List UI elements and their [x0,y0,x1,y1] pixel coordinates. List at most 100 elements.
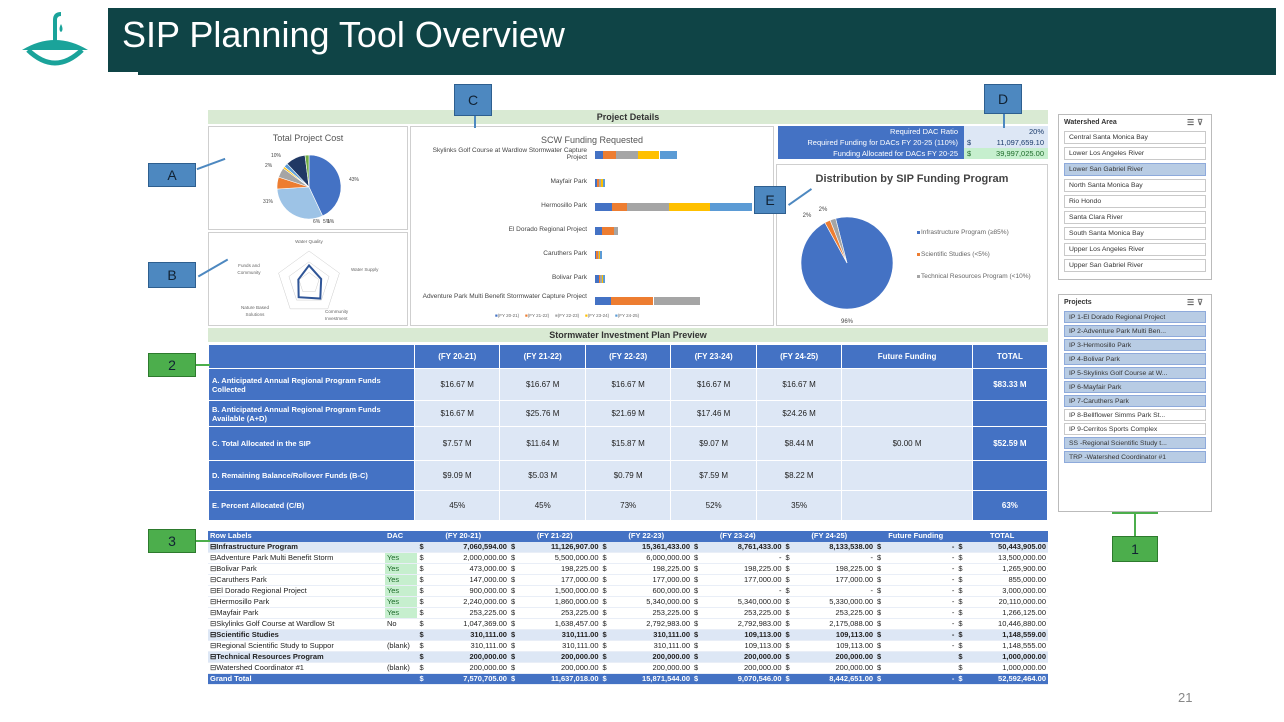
pivot-value-cell: - [951,541,955,551]
currency-symbol: $ [510,541,516,551]
pivot-value-cell: 11,126,907.00 [550,541,599,551]
pivot-row-label[interactable]: Grand Total [208,673,385,685]
dac-label-1: Required Funding for DACs FY 20-25 (110%… [778,137,964,148]
pivot-value-cell: 8,442,651.00 [829,673,874,683]
pivot-row-label[interactable]: ⊟Watershed Coordinator #1 [208,662,385,674]
pivot-value-cell: 200,000.00 [835,662,874,672]
total-cost-label: 1% [327,219,335,225]
projects-slicer[interactable]: Projects ☰⊽ IP 1-El Dorado Regional Proje… [1058,294,1212,512]
slicer_projects-item[interactable]: IP 5-Skylinks Golf Course at W... [1064,367,1206,379]
scw-category-label: Bolivar Park [551,274,587,281]
slicer_watershed-item[interactable]: Central Santa Monica Bay [1064,131,1206,144]
sip-cell: 45% [499,490,586,521]
pivot-row-label[interactable]: ⊟Mayfair Park [208,607,385,619]
currency-symbol: $ [785,662,790,672]
pivot-value-cell: 198,225.00 [560,563,599,573]
scw-bar-segment [612,203,627,211]
slicer_projects-item[interactable]: IP 6-Mayfair Park [1064,381,1206,393]
currency-symbol: $ [785,596,790,606]
currency-symbol: $ [785,552,790,562]
pivot-value-cell: 1,500,000.00 [554,585,599,595]
pivot-row-label[interactable]: ⊟Skylinks Golf Course at Wardlow St [208,618,385,630]
pivot-header[interactable]: Row Labels [208,531,385,542]
pivot-value-cell: 253,225.00 [835,607,874,617]
pivot-value-cell: 20,110,000.00 [998,596,1046,606]
sip-row-label: A. Anticipated Annual Regional Program F… [208,368,415,401]
pivot-header: (FY 22-23) [600,531,693,542]
pivot-row-label[interactable]: ⊟El Dorado Regional Project [208,585,385,597]
currency-symbol: $ [785,585,790,595]
sip-cell: $16.67 M [413,400,501,427]
currency-symbol: $ [694,673,699,683]
slicer_projects-item[interactable]: TRP -Watershed Coordinator #1 [1064,451,1206,463]
currency-symbol: $ [419,563,424,573]
pivot-value-cell: - [870,552,874,562]
currency-symbol: $ [877,640,882,650]
pivot-value-cell: - [951,673,955,683]
slicer_projects-item[interactable]: IP 2-Adventure Park Multi Ben... [1064,325,1206,337]
currency-symbol: $ [958,541,963,551]
pivot-dac-cell: No [384,618,418,630]
dashboard: Project Details Total Project Cost 10% 2%… [208,108,1049,720]
pivot-value-cell: 310,111.00 [653,640,691,650]
pivot-value-cell: 109,113.00 [744,640,782,650]
slicer_watershed-item[interactable]: Rio Hondo [1064,195,1206,208]
pivot-row-label[interactable]: ⊟Bolivar Park [208,563,385,575]
slicer_watershed-item[interactable]: South Santa Monica Bay [1064,227,1206,240]
slicer_watershed-item[interactable]: Upper San Gabriel River [1064,259,1206,272]
pivot-row-label[interactable]: ⊟Adventure Park Multi Benefit Storm [208,552,385,564]
total-cost-label: 6% [313,219,321,225]
pivot-row-label[interactable]: ⊟Regional Scientific Study to Suppor [208,640,385,652]
currency-symbol: $ [785,673,790,683]
dist-legend-swatch [917,253,920,256]
scw-bar-segment [668,203,711,211]
slide-title: SIP Planning Tool Overview [122,14,565,55]
scw-legend-item: ■(FY 23-24) [585,313,610,318]
slicer_watershed-item[interactable]: Lower Los Angeles River [1064,147,1206,160]
project-details-band: Project Details [208,110,1048,124]
currency-symbol: $ [694,629,699,639]
slicer_watershed-item[interactable]: North Santa Monica Bay [1064,179,1206,192]
currency-symbol: $ [419,585,424,595]
currency-symbol: $ [602,552,607,562]
currency-symbol: $ [877,673,882,683]
slicer_watershed-item[interactable]: Santa Clara River [1064,211,1206,224]
pivot-dac-cell [384,541,418,553]
dac-label-2: Funding Allocated for DACs FY 20-25 [778,148,964,159]
callout-d: D [984,84,1022,114]
radar-axis-label: Water Quality [295,239,323,244]
slicer_projects-item[interactable]: IP 9-Cerritos Sports Complex [1064,423,1206,435]
projects-slicer-title: Projects [1064,299,1092,306]
pivot-dac-cell [384,673,418,685]
pivot-value-cell: 8,761,433.00 [737,541,782,551]
radar-axis-label: Solutions [246,312,266,317]
pivot-row-label[interactable]: ⊟Technical Resources Program [208,651,385,663]
slicer_projects-item[interactable]: IP 8-Bellflower Simms Park St... [1064,409,1206,421]
slicer_projects-item[interactable]: IP 1-El Dorado Regional Project [1064,311,1206,323]
pivot-dac-cell [384,629,418,641]
scw-bar-segment [595,203,613,211]
slicer_projects-item[interactable]: IP 4-Bolivar Park [1064,353,1206,365]
watershed-slicer[interactable]: Watershed Area ☰⊽ Central Santa Monica Ba… [1058,114,1212,280]
scw-bar-segment [615,151,638,159]
slicer_projects-item[interactable]: IP 3-Hermosillo Park [1064,339,1206,351]
pivot-value-cell: 2,792,983.00 [737,618,782,628]
slicer_projects-item[interactable]: SS -Regional Scientific Study t... [1064,437,1206,449]
pivot-row-label[interactable]: ⊟Infrastructure Program [208,541,385,553]
multiselect-filter-icon[interactable]: ☰⊽ [1187,298,1206,307]
pivot-value-cell: 200,000.00 [652,651,691,661]
currency-symbol: $ [958,585,963,595]
currency-symbol: $ [419,662,424,672]
slicer_watershed-item[interactable]: Lower San Gabriel River [1064,163,1206,176]
slicer_projects-item[interactable]: IP 7-Caruthers Park [1064,395,1206,407]
pivot-row-label[interactable]: ⊟Scientific Studies [208,629,385,641]
currency-symbol: $ [510,596,516,606]
currency-symbol: $ [694,607,699,617]
slicer_watershed-item[interactable]: Upper Los Angeles River [1064,243,1206,256]
currency-symbol: $ [419,596,424,606]
distribution-label: 2% [803,213,812,219]
multiselect-filter-icon[interactable]: ☰⊽ [1187,118,1206,127]
pivot-value-cell: 7,060,594.00 [463,541,507,551]
pivot-row-label[interactable]: ⊟Hermosillo Park [208,596,385,608]
pivot-row-label[interactable]: ⊟Caruthers Park [208,574,385,586]
